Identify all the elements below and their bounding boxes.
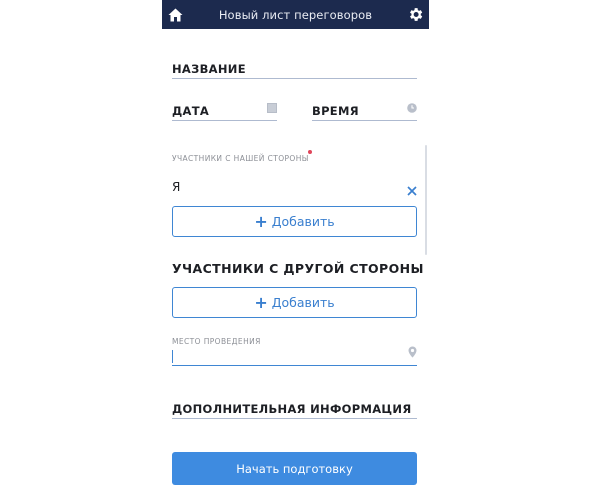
app-header: Новый лист переговоров bbox=[162, 0, 429, 29]
our-side-label: УЧАСТНИКИ С НАШЕЙ СТОРОНЫ bbox=[172, 154, 309, 163]
add-button-label: Добавить bbox=[271, 214, 335, 229]
app-screen: Новый лист переговоров НАЗВАНИЕ ДАТА ВРЕ… bbox=[162, 0, 429, 494]
venue-label: МЕСТО ПРОВЕДЕНИЯ bbox=[172, 337, 261, 346]
plus-icon: + bbox=[254, 292, 268, 312]
name-label: НАЗВАНИЕ bbox=[172, 62, 246, 76]
add-our-participant-button[interactable]: + Добавить bbox=[172, 206, 417, 237]
participant-row: Я bbox=[172, 176, 417, 198]
scrollbar[interactable] bbox=[425, 145, 427, 255]
plus-icon: + bbox=[254, 211, 268, 231]
calendar-icon bbox=[267, 98, 277, 117]
location-pin-icon[interactable] bbox=[408, 343, 417, 362]
additional-info-field[interactable]: ДОПОЛНИТЕЛЬНАЯ ИНФОРМАЦИЯ bbox=[172, 400, 417, 419]
other-side-title: УЧАСТНИКИ С ДРУГОЙ СТОРОНЫ bbox=[172, 261, 424, 276]
clock-icon bbox=[407, 98, 417, 117]
page-title: Новый лист переговоров bbox=[218, 7, 373, 22]
add-button-label: Добавить bbox=[271, 295, 335, 310]
date-label: ДАТА bbox=[172, 104, 210, 118]
time-field[interactable]: ВРЕМЯ bbox=[312, 102, 417, 121]
home-button[interactable] bbox=[162, 0, 188, 29]
start-preparation-button[interactable]: Начать подготовку bbox=[172, 452, 417, 485]
date-field[interactable]: ДАТА bbox=[172, 102, 277, 121]
additional-info-label: ДОПОЛНИТЕЛЬНАЯ ИНФОРМАЦИЯ bbox=[172, 402, 412, 416]
name-field[interactable]: НАЗВАНИЕ bbox=[172, 60, 417, 79]
settings-button[interactable] bbox=[403, 0, 429, 29]
home-icon bbox=[168, 8, 182, 21]
participant-name: Я bbox=[172, 180, 181, 194]
remove-participant-icon[interactable] bbox=[407, 181, 417, 200]
required-indicator bbox=[308, 150, 312, 154]
time-label: ВРЕМЯ bbox=[312, 104, 359, 118]
text-cursor bbox=[172, 350, 174, 363]
venue-input[interactable] bbox=[172, 346, 417, 366]
add-other-participant-button[interactable]: + Добавить bbox=[172, 287, 417, 318]
gear-icon bbox=[410, 8, 423, 21]
